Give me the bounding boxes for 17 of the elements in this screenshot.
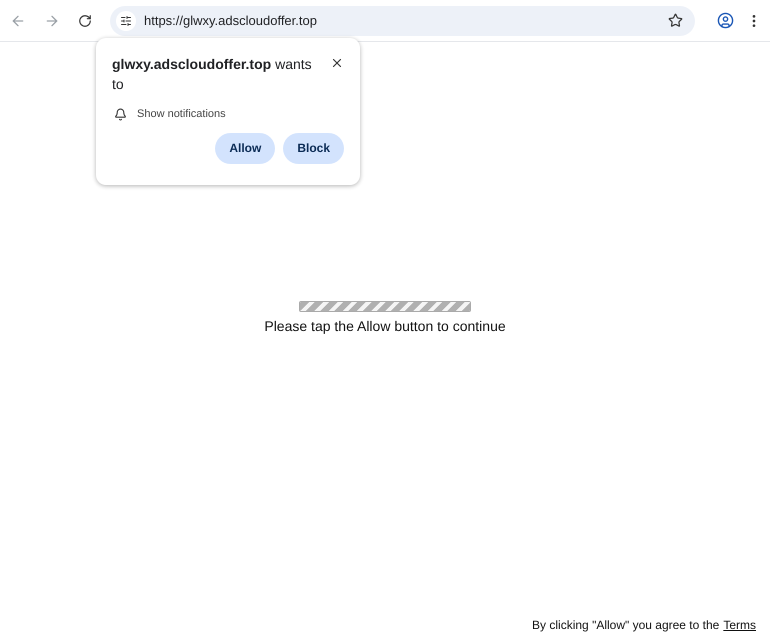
terms-link[interactable]: Terms	[723, 616, 756, 634]
block-button[interactable]: Block	[283, 132, 344, 164]
bookmark-star-icon[interactable]	[668, 13, 683, 28]
permission-label: Show notifications	[137, 107, 226, 122]
back-icon[interactable]	[10, 12, 26, 28]
profile-icon[interactable]	[717, 12, 734, 29]
popup-title: glwxy.adscloudoffer.top wants to	[112, 55, 312, 94]
address-bar[interactable]: https://glwxy.adscloudoffer.top	[110, 6, 695, 36]
url-text: https://glwxy.adscloudoffer.top	[144, 12, 318, 30]
forward-icon[interactable]	[44, 12, 60, 28]
bell-icon	[114, 108, 127, 121]
reload-icon[interactable]	[78, 14, 92, 28]
close-icon[interactable]	[330, 56, 344, 70]
instruction-text: Please tap the Allow button to continue	[264, 317, 506, 336]
site-settings-icon[interactable]	[116, 10, 136, 30]
allow-button[interactable]: Allow	[215, 132, 276, 164]
agreement-text: By clicking "Allow" you agree to the	[532, 617, 720, 634]
